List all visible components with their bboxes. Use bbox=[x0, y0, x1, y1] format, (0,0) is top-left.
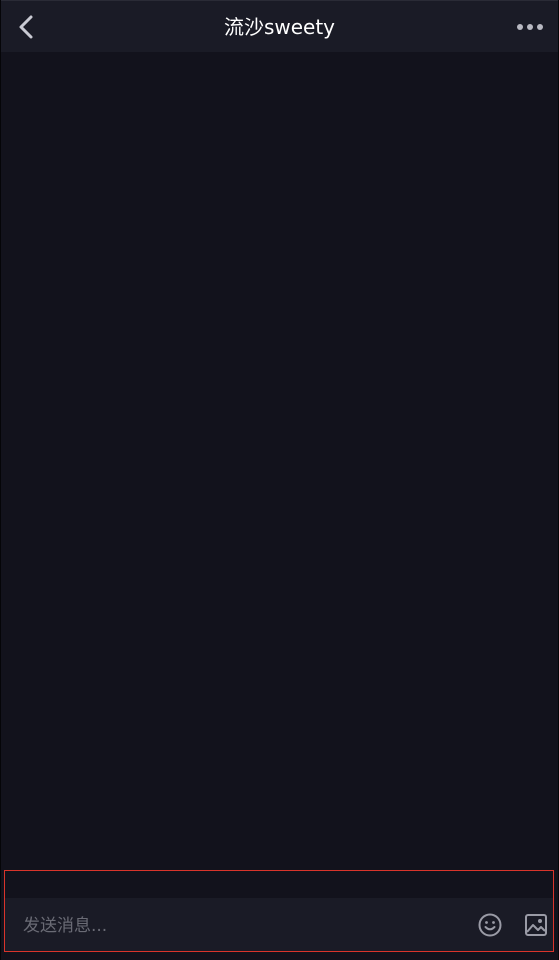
message-input-bar bbox=[4, 870, 554, 952]
image-button[interactable] bbox=[523, 912, 549, 938]
back-button[interactable] bbox=[9, 7, 45, 47]
chat-screen: 流沙sweety bbox=[0, 0, 559, 960]
image-icon bbox=[525, 914, 547, 936]
page-title: 流沙sweety bbox=[223, 15, 336, 39]
chevron-left-icon bbox=[19, 15, 33, 39]
smiley-icon bbox=[478, 913, 502, 937]
input-row bbox=[5, 898, 553, 951]
more-options-button[interactable] bbox=[508, 7, 552, 47]
chat-header: 流沙sweety bbox=[1, 0, 558, 52]
more-horizontal-icon bbox=[517, 24, 543, 30]
emoji-button[interactable] bbox=[477, 912, 503, 938]
message-input[interactable] bbox=[21, 910, 445, 942]
message-list[interactable] bbox=[1, 52, 558, 870]
